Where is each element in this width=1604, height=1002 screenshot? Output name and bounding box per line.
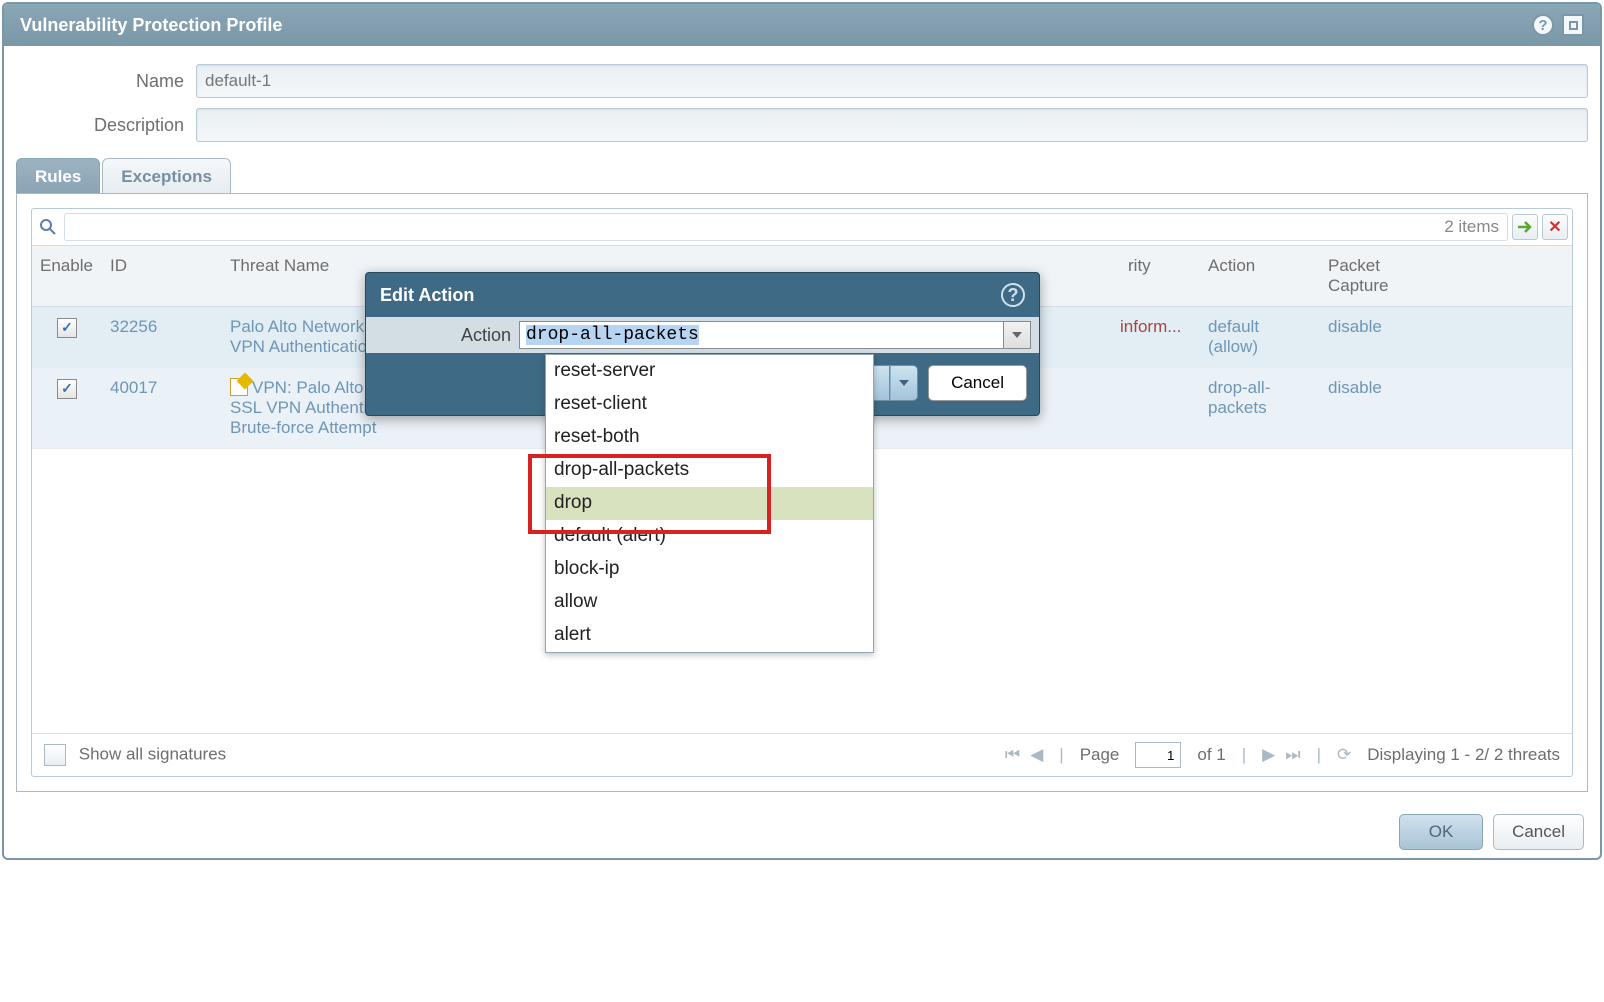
row-severity: inform... [1120,317,1181,336]
option-allow[interactable]: allow [546,586,873,619]
page-input[interactable] [1135,742,1181,768]
option-reset-client[interactable]: reset-client [546,388,873,421]
help-icon[interactable]: ? [1001,283,1025,307]
page-label-post: of 1 [1197,745,1225,765]
first-page-icon[interactable]: ⏮ [1005,745,1020,765]
row-pcap[interactable]: disable [1328,378,1382,397]
titlebar: Vulnerability Protection Profile ? [4,4,1600,46]
description-label: Description [16,115,196,136]
showall-label: Show all signatures [79,744,226,763]
overlay-cancel-button[interactable]: Cancel [928,365,1027,401]
row-id[interactable]: 40017 [110,378,157,397]
pager-bar: Show all signatures ⏮ ◀ | Page of 1 | ▶ … [32,733,1572,776]
page-label-pre: Page [1080,745,1120,765]
help-icon[interactable]: ? [1532,14,1554,36]
combo-value: drop-all-packets [526,325,699,345]
search-input[interactable] [64,213,1508,241]
row-id[interactable]: 32256 [110,317,157,336]
prev-page-icon[interactable]: ◀ [1030,745,1043,765]
action-label: Action [374,325,519,346]
cancel-button[interactable]: Cancel [1493,814,1584,850]
row-action[interactable]: drop-all-packets [1208,378,1270,417]
refresh-icon[interactable]: ⟳ [1337,745,1351,765]
col-pcap[interactable]: Packet Capture [1320,246,1430,307]
pager-summary: Displaying 1 - 2/ 2 threats [1367,745,1560,765]
dialog-footer: OK Cancel [4,800,1600,858]
search-icon[interactable] [36,215,60,239]
col-scrollbar [1550,246,1572,307]
enable-checkbox[interactable]: ✓ [57,318,77,338]
maximize-button[interactable] [1562,14,1584,36]
col-enable[interactable]: Enable [32,246,102,307]
option-block-ip[interactable]: block-ip [546,553,873,586]
col-severity[interactable]: Severityrity [1120,246,1200,307]
edit-icon[interactable] [230,378,248,396]
enable-checkbox[interactable]: ✓ [57,379,77,399]
ok-button[interactable]: OK [1399,814,1483,850]
vuln-profile-window: Vulnerability Protection Profile ? Name … [2,2,1602,860]
row-action[interactable]: default (allow) [1208,317,1259,356]
action-combo[interactable]: drop-all-packets [519,321,1031,349]
option-reset-server[interactable]: reset-server [546,355,873,388]
clear-filter-button[interactable]: ✕ [1542,214,1568,240]
col-action[interactable]: Action [1200,246,1320,307]
col-id[interactable]: ID [102,246,222,307]
row-pcap[interactable]: disable [1328,317,1382,336]
option-alert[interactable]: alert [546,619,873,652]
option-drop-all-packets[interactable]: drop-all-packets [546,454,873,487]
apply-filter-button[interactable] [1512,214,1538,240]
tabs: Rules Exceptions [16,158,1588,194]
description-input[interactable] [196,108,1588,142]
pager-nav: ⏮ ◀ [1005,745,1043,765]
showall-checkbox[interactable] [44,744,66,766]
col-spacer-2 [1430,246,1550,307]
tab-rules[interactable]: Rules [16,158,100,193]
window-title: Vulnerability Protection Profile [20,15,282,36]
option-drop[interactable]: drop [546,487,873,520]
overlay-ok-dropdown[interactable] [890,365,918,401]
chevron-down-icon[interactable] [1003,321,1031,349]
overlay-title: Edit Action [380,285,474,306]
tab-exceptions[interactable]: Exceptions [102,158,231,193]
next-page-icon[interactable]: ▶ [1262,745,1275,765]
option-reset-both[interactable]: reset-both [546,421,873,454]
last-page-icon[interactable]: ⏭ [1285,745,1300,765]
name-label: Name [16,71,196,92]
option-default-alert[interactable]: default (alert) [546,520,873,553]
action-dropdown: reset-server reset-client reset-both dro… [545,354,874,653]
name-input[interactable] [196,64,1588,98]
